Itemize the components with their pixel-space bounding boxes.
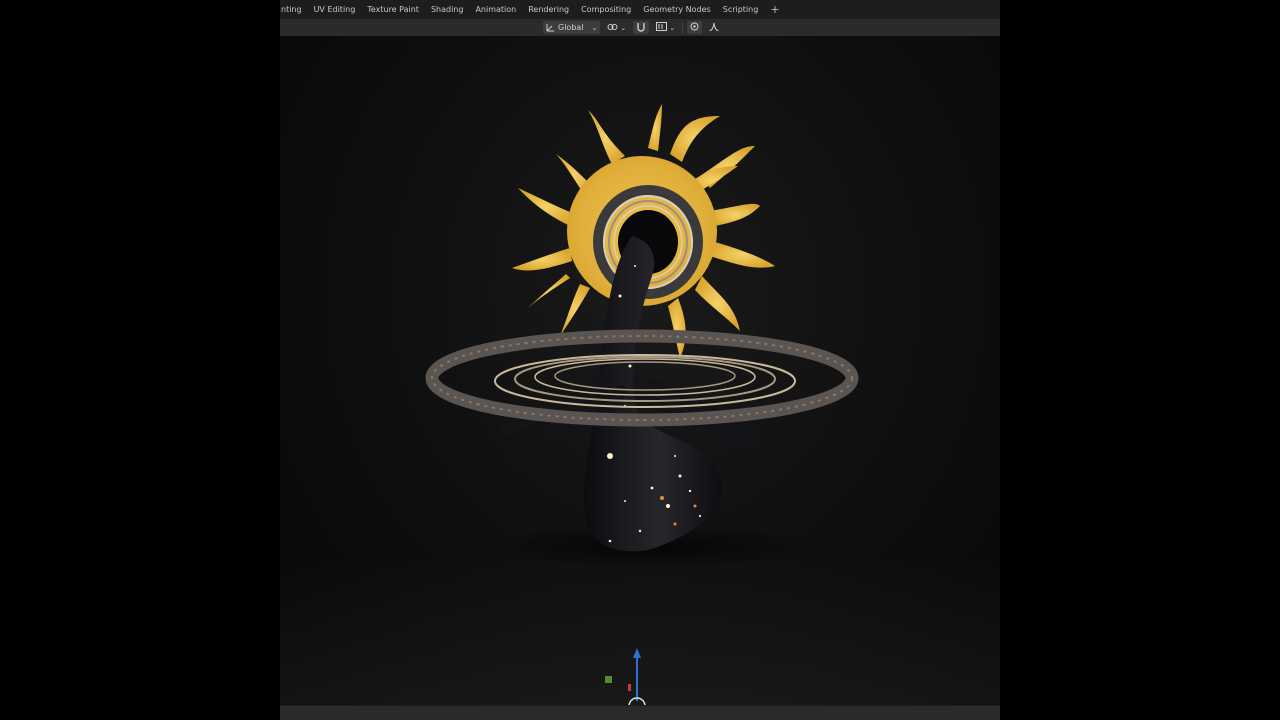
proportional-editing-toggle[interactable] (687, 21, 703, 34)
snap-magnet-icon (636, 22, 646, 34)
snap-increment-icon (656, 22, 668, 33)
3d-viewport[interactable] (280, 36, 1000, 706)
workspace-tabs: nting UV Editing Texture Paint Shading A… (280, 0, 1000, 19)
x-axis-handle (628, 684, 631, 691)
y-axis-handle (605, 676, 612, 683)
divider (682, 22, 684, 33)
orientation-label: Global (558, 23, 584, 32)
tab-texture-paint[interactable]: Texture Paint (361, 0, 425, 19)
z-axis-arrow (633, 648, 641, 658)
pivot-link-icon (607, 22, 618, 34)
tab-compositing[interactable]: Compositing (575, 0, 637, 19)
status-bar (280, 705, 1000, 720)
snap-target-dropdown[interactable]: ⌄ (653, 21, 678, 34)
chevron-down-icon: ⌄ (591, 23, 598, 32)
proportional-falloff-dropdown[interactable] (706, 21, 722, 34)
transform-controls: Global ⌄ ⌄ ⌄ (543, 20, 722, 35)
navigation-gizmo[interactable] (595, 646, 675, 706)
chevron-down-icon: ⌄ (620, 23, 627, 32)
tab-uv-editing[interactable]: UV Editing (308, 0, 362, 19)
blender-window: nting UV Editing Texture Paint Shading A… (280, 0, 1000, 720)
tab-geometry-nodes[interactable]: Geometry Nodes (637, 0, 716, 19)
3d-sculpture (425, 104, 859, 568)
chevron-down-icon: ⌄ (669, 23, 676, 32)
tab-modeling[interactable]: nting (280, 0, 308, 19)
tab-scripting[interactable]: Scripting (717, 0, 765, 19)
proportional-editing-icon (690, 22, 699, 33)
viewport-header: Global ⌄ ⌄ ⌄ (280, 19, 1000, 37)
tab-shading[interactable]: Shading (425, 0, 470, 19)
snap-toggle[interactable] (633, 21, 650, 34)
transform-orientation-dropdown[interactable]: Global ⌄ (543, 21, 601, 34)
falloff-curve-icon (709, 22, 719, 33)
pivot-point-dropdown[interactable]: ⌄ (604, 21, 629, 34)
add-workspace-button[interactable]: + (764, 3, 785, 16)
transform-orientation-icon (546, 22, 556, 34)
tab-animation[interactable]: Animation (469, 0, 522, 19)
tab-rendering[interactable]: Rendering (522, 0, 575, 19)
